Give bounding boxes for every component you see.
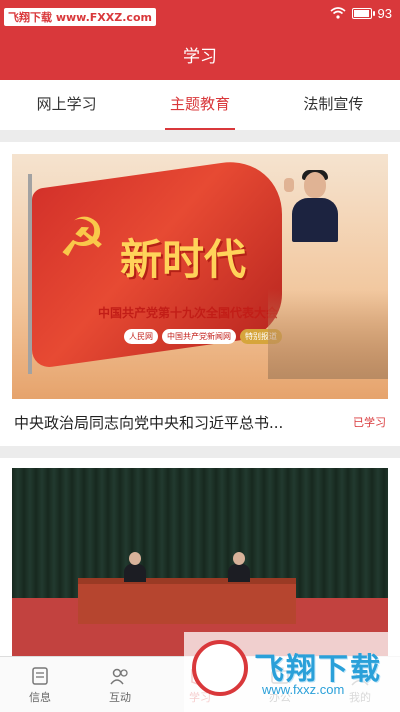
nav-interaction[interactable]: 互动 — [80, 657, 160, 712]
watermark-url: www.fxxz.com — [262, 682, 345, 697]
speaker-right — [226, 552, 252, 582]
city-skyline — [268, 289, 388, 379]
studied-badge: 已学习 — [353, 416, 386, 429]
image-badges: 人民网 中国共产党新闻网 特别报道 — [124, 329, 282, 344]
nav-interaction-label: 互动 — [109, 691, 131, 704]
article-title[interactable]: 中央政治局同志向党中央和习近平总书... — [14, 412, 283, 433]
card-divider — [0, 446, 400, 458]
battery-level: 93 — [377, 5, 392, 21]
leader-figure — [284, 170, 344, 242]
tab-theme-education[interactable]: 主题教育 — [133, 80, 266, 130]
status-bar: 93 — [330, 4, 392, 22]
news-icon — [32, 667, 48, 685]
page-title: 学习 — [183, 47, 217, 67]
content-list[interactable]: ☭ 新时代 中国共产党第十九次全国代表大会 人民网 中国共产党新闻网 特别报道 … — [0, 142, 400, 656]
section-divider — [0, 130, 400, 142]
badge-people-daily: 人民网 — [124, 329, 158, 344]
article-image-new-era[interactable]: ☭ 新时代 中国共产党第十九次全国代表大会 人民网 中国共产党新闻网 特别报道 — [12, 154, 388, 399]
image-headline: 新时代 — [120, 235, 247, 284]
badge-cpc-news: 中国共产党新闻网 — [162, 329, 236, 344]
speaker-left — [122, 552, 148, 582]
tab-online-study[interactable]: 网上学习 — [0, 80, 133, 130]
image-subhead: 中国共产党第十九次全国代表大会 — [98, 306, 279, 320]
people-icon — [110, 668, 128, 685]
battery-icon — [351, 7, 375, 19]
bottom-watermark: 飞翔下载 www.fxxz.com — [184, 632, 400, 712]
nav-news-label: 信息 — [29, 691, 51, 704]
watermark-logo-icon — [192, 640, 248, 696]
app-header: 飞翔下载 www.FXXZ.com 93 学习 — [0, 0, 400, 80]
tab-bar: 网上学习 主题教育 法制宣传 — [0, 80, 400, 130]
article-caption[interactable]: 中央政治局同志向党中央和习近平总书... 已学习 — [12, 404, 388, 440]
tab-legal-promotion[interactable]: 法制宣传 — [267, 80, 400, 130]
hammer-sickle-icon: ☭ — [58, 206, 107, 269]
top-watermark: 飞翔下载 www.FXXZ.com — [4, 8, 156, 26]
nav-news[interactable]: 信息 — [0, 657, 80, 712]
conference-desk — [78, 578, 296, 624]
article-image-meeting[interactable] — [12, 468, 388, 656]
wifi-icon — [330, 7, 346, 19]
